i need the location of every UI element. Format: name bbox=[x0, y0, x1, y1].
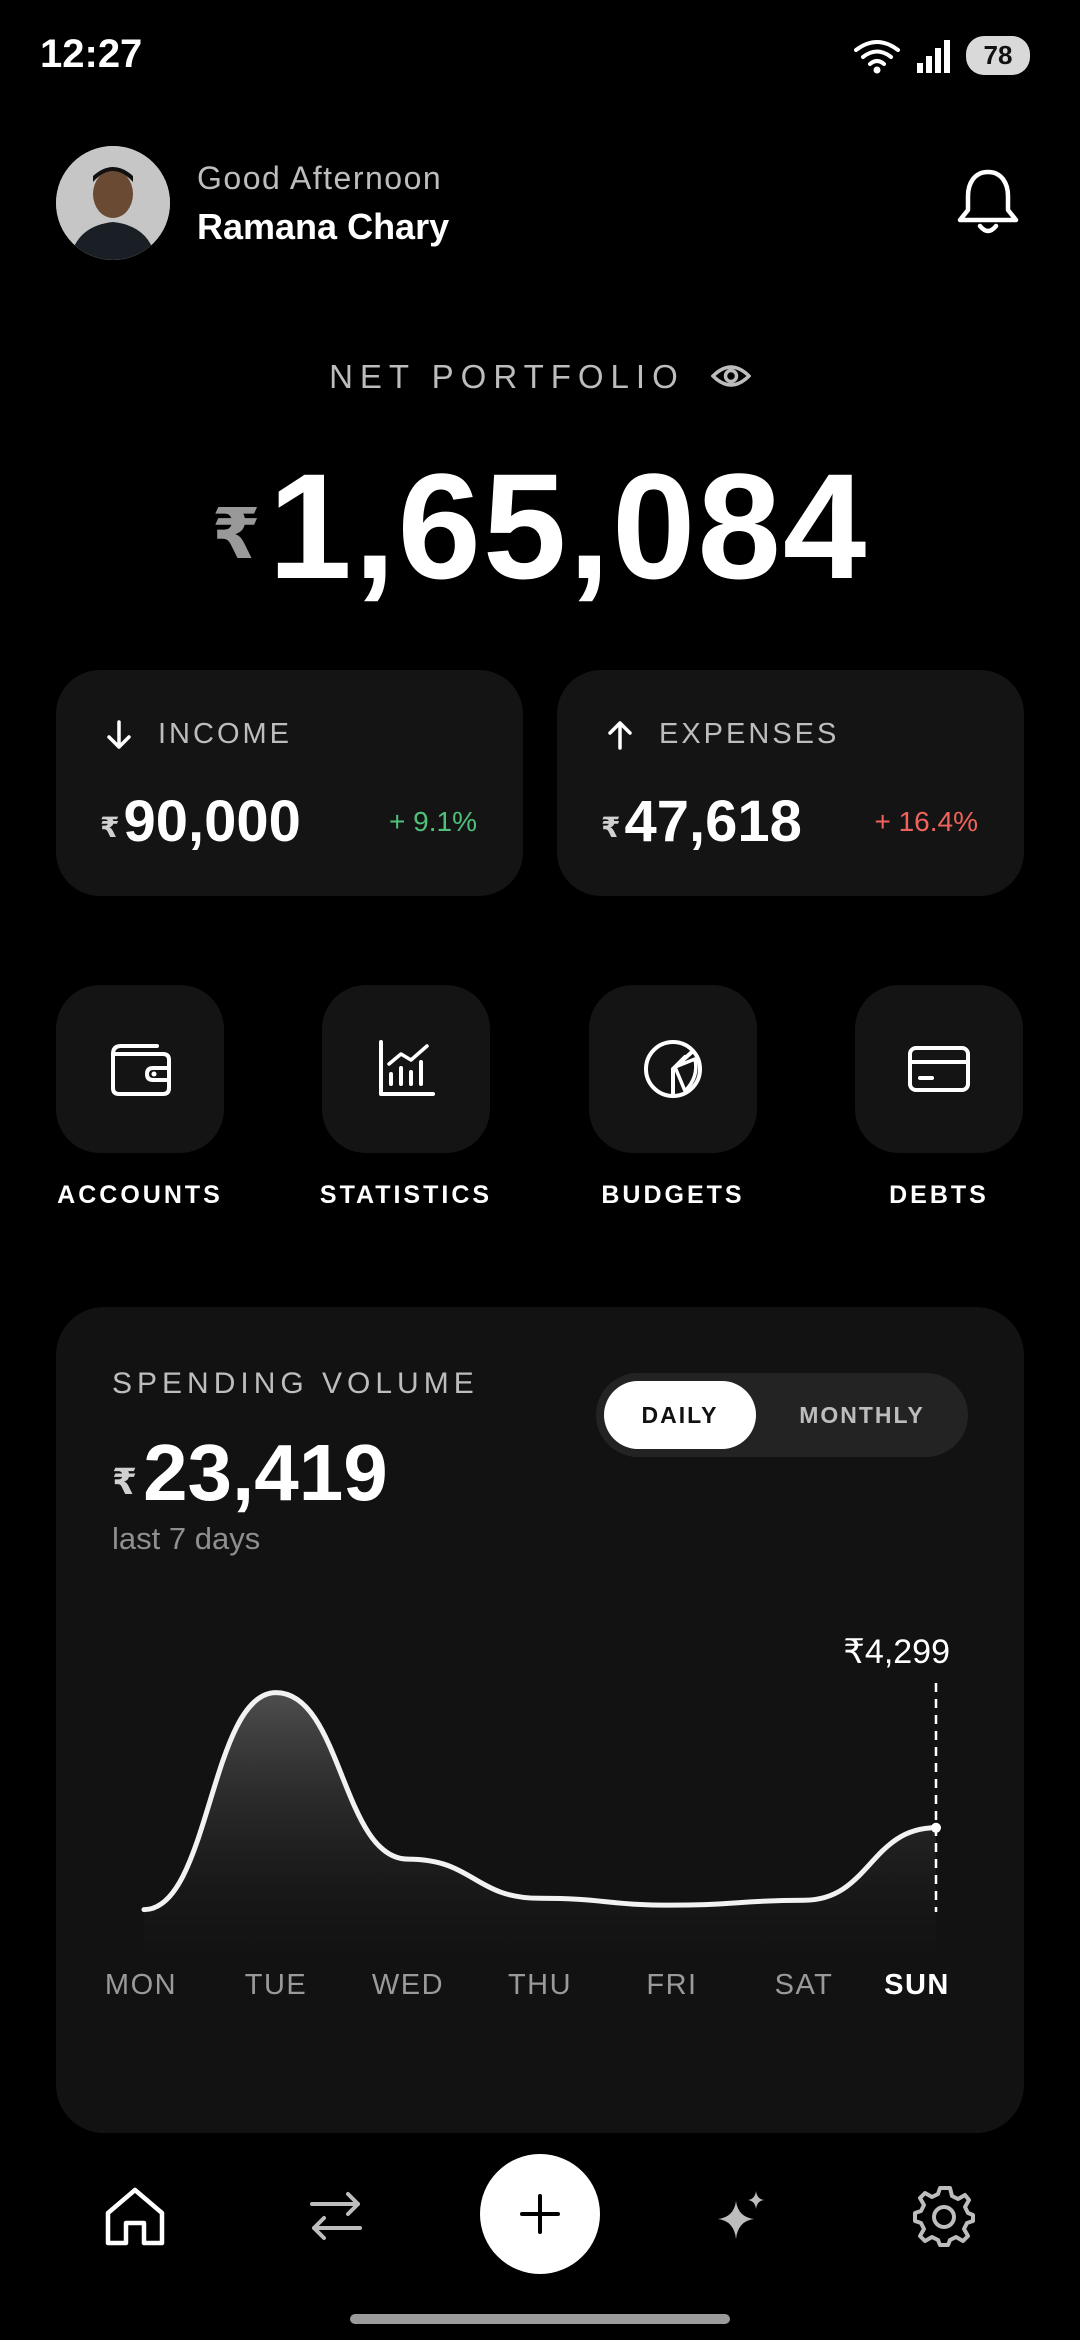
spending-chart: ₹4,299 MON TUE WED THU FRI SAT SUN bbox=[105, 1633, 950, 2001]
debts-button[interactable]: DEBTS bbox=[855, 985, 1023, 1209]
period-toggle[interactable]: DAILY MONTHLY bbox=[596, 1373, 968, 1457]
status-icons: 78 bbox=[852, 36, 1030, 75]
spending-subtitle: last 7 days bbox=[112, 1521, 261, 1556]
eye-icon[interactable] bbox=[710, 360, 752, 398]
income-value: ₹90,000 bbox=[100, 788, 301, 855]
x-tick-fri[interactable]: FRI bbox=[646, 1969, 697, 2001]
wallet-icon bbox=[111, 1044, 171, 1096]
spending-volume-card: SPENDING VOLUME ₹23,419 last 7 days DAIL… bbox=[56, 1307, 1024, 2133]
expenses-currency: ₹ bbox=[601, 812, 621, 843]
spending-amount: 23,419 bbox=[143, 1428, 388, 1517]
chart-icon bbox=[379, 1040, 435, 1096]
debts-label: DEBTS bbox=[889, 1181, 989, 1209]
income-amount: 90,000 bbox=[123, 789, 301, 854]
spending-area bbox=[144, 1692, 936, 1952]
greeting-text: Good Afternoon bbox=[197, 160, 443, 196]
monthly-toggle-option[interactable]: MONTHLY bbox=[764, 1381, 960, 1449]
bottom-nav bbox=[0, 2140, 1080, 2340]
budgets-tile[interactable] bbox=[589, 985, 757, 1153]
bell-icon[interactable] bbox=[954, 166, 1022, 238]
statistics-label: STATISTICS bbox=[319, 1181, 493, 1209]
nav-transfer[interactable] bbox=[296, 2176, 376, 2256]
income-label: INCOME bbox=[158, 718, 292, 750]
budgets-label: BUDGETS bbox=[601, 1181, 745, 1209]
portfolio-currency: ₹ bbox=[211, 495, 261, 573]
portfolio-value: 1,65,084 bbox=[268, 442, 869, 610]
settings-icon bbox=[913, 2186, 975, 2247]
statistics-tile[interactable] bbox=[322, 985, 490, 1153]
transfer-icon bbox=[310, 2192, 362, 2240]
income-delta: + 9.1% bbox=[389, 806, 477, 837]
add-button[interactable] bbox=[480, 2154, 600, 2274]
avatar[interactable] bbox=[56, 146, 170, 260]
nav-home[interactable] bbox=[95, 2176, 175, 2256]
highlight-value-label: ₹4,299 bbox=[843, 1633, 950, 1671]
status-bar: 12:27 78 bbox=[0, 0, 1080, 110]
sparkle-icon bbox=[718, 2191, 764, 2239]
accounts-button[interactable]: ACCOUNTS bbox=[56, 985, 224, 1209]
spending-label: SPENDING VOLUME bbox=[112, 1367, 479, 1400]
expenses-label: EXPENSES bbox=[659, 718, 840, 750]
x-tick-sun[interactable]: SUN bbox=[884, 1969, 950, 2001]
x-tick-wed[interactable]: WED bbox=[372, 1969, 444, 2001]
home-indicator bbox=[350, 2314, 730, 2324]
portfolio-label-text: NET PORTFOLIO bbox=[329, 358, 685, 395]
expenses-value: ₹47,618 bbox=[601, 788, 802, 855]
pie-icon bbox=[644, 1040, 702, 1098]
expenses-header: EXPENSES bbox=[605, 718, 839, 751]
x-tick-thu[interactable]: THU bbox=[508, 1969, 572, 2001]
nav-ai[interactable] bbox=[702, 2176, 782, 2256]
income-card[interactable]: INCOME ₹90,000 + 9.1% bbox=[56, 670, 523, 896]
arrow-up-icon bbox=[608, 720, 632, 750]
card-icon bbox=[908, 1046, 970, 1092]
accounts-tile[interactable] bbox=[56, 985, 224, 1153]
signal-icon bbox=[917, 39, 950, 73]
daily-toggle-option[interactable]: DAILY bbox=[604, 1381, 756, 1449]
expenses-delta: + 16.4% bbox=[874, 806, 978, 837]
arrow-down-icon bbox=[107, 719, 131, 749]
expenses-card[interactable]: EXPENSES ₹47,618 + 16.4% bbox=[557, 670, 1024, 896]
user-name: Ramana Chary bbox=[197, 206, 450, 247]
statistics-button[interactable]: STATISTICS bbox=[320, 985, 490, 1209]
add-icon bbox=[520, 2194, 560, 2234]
spending-value: ₹23,419 bbox=[112, 1427, 388, 1519]
x-tick-mon[interactable]: MON bbox=[105, 1969, 177, 2001]
status-time: 12:27 bbox=[40, 32, 143, 76]
wifi-icon bbox=[854, 39, 900, 73]
income-currency: ₹ bbox=[100, 812, 120, 843]
battery-indicator: 78 bbox=[966, 36, 1030, 75]
x-tick-tue[interactable]: TUE bbox=[245, 1969, 308, 2001]
debts-tile[interactable] bbox=[855, 985, 1023, 1153]
home-icon bbox=[105, 2187, 165, 2246]
nav-settings[interactable] bbox=[904, 2176, 984, 2256]
budgets-button[interactable]: BUDGETS bbox=[589, 985, 757, 1209]
portfolio-amount: ₹1,65,084 bbox=[0, 440, 1080, 613]
x-tick-sat[interactable]: SAT bbox=[775, 1969, 834, 2001]
portfolio-label: NET PORTFOLIO bbox=[0, 358, 1080, 398]
spending-currency: ₹ bbox=[112, 1461, 138, 1502]
accounts-label: ACCOUNTS bbox=[57, 1181, 223, 1209]
income-header: INCOME bbox=[104, 718, 292, 751]
expenses-amount: 47,618 bbox=[624, 789, 802, 854]
